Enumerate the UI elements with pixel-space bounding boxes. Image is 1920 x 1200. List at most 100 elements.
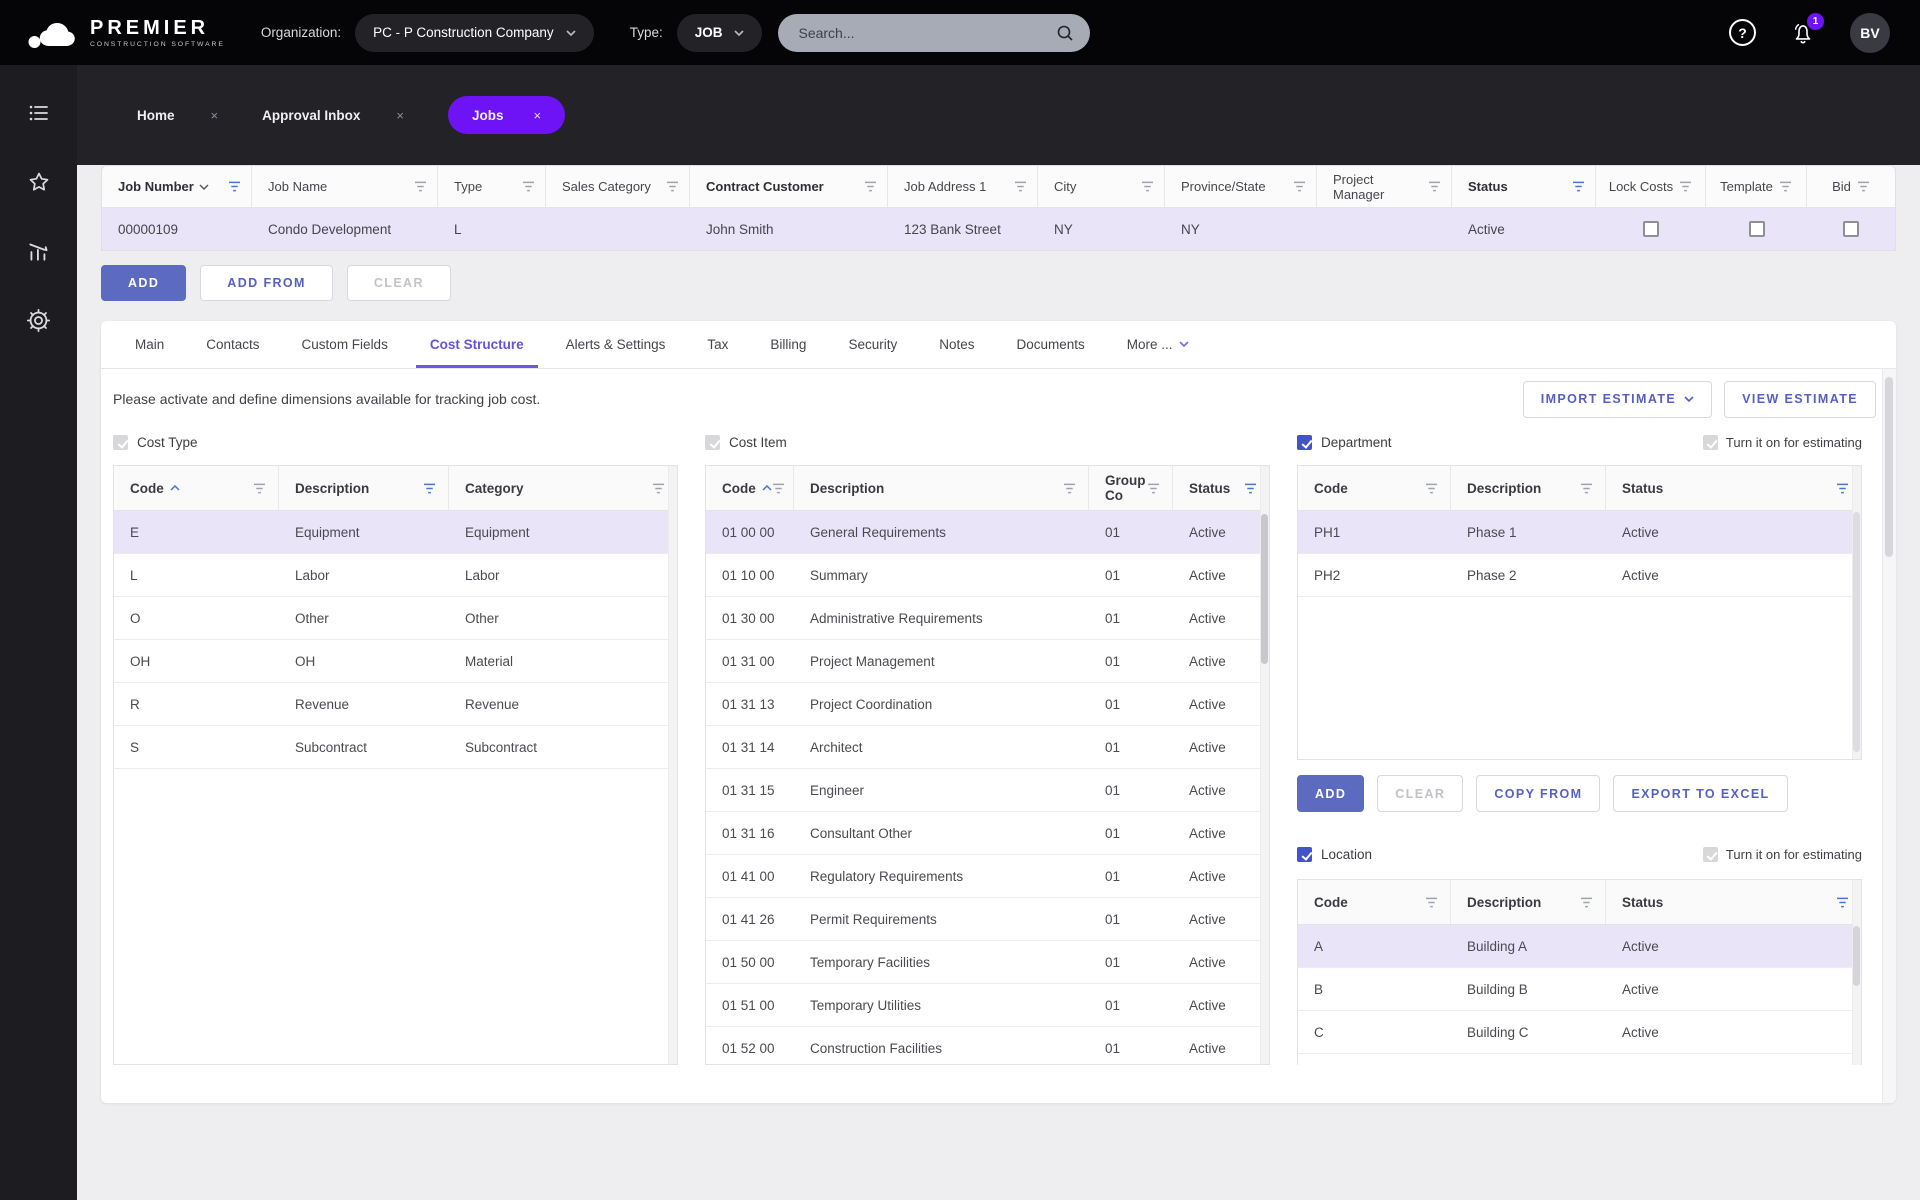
filter-icon[interactable] <box>1425 483 1438 494</box>
avatar[interactable]: BV <box>1850 12 1890 53</box>
lock-costs-checkbox[interactable] <box>1643 221 1659 237</box>
tab-contacts[interactable]: Contacts <box>192 322 273 368</box>
table-row[interactable]: OH OH Material <box>114 640 677 683</box>
menu-list-icon[interactable] <box>26 100 52 126</box>
table-row[interactable]: O Other Other <box>114 597 677 640</box>
column-header-job-name[interactable]: Job Name <box>252 166 438 207</box>
cost-type-col-code[interactable]: Code <box>114 466 279 510</box>
table-row[interactable]: 01 50 00 Temporary Facilities 01 Active <box>706 941 1269 984</box>
table-row[interactable]: 01 31 00 Project Management 01 Active <box>706 640 1269 683</box>
template-checkbox[interactable] <box>1748 221 1765 237</box>
department-col-status[interactable]: Status <box>1606 466 1861 510</box>
filter-icon[interactable] <box>1572 181 1585 192</box>
scrollbar-thumb[interactable] <box>1885 377 1893 557</box>
column-header-bid[interactable]: Bid <box>1807 166 1895 207</box>
filter-icon[interactable] <box>522 181 535 192</box>
filter-icon[interactable] <box>1836 897 1849 908</box>
filter-icon[interactable] <box>1836 483 1849 494</box>
cost-item-col-description[interactable]: Description <box>794 466 1089 510</box>
table-row[interactable]: 01 31 15 Engineer 01 Active <box>706 769 1269 812</box>
location-col-status[interactable]: Status <box>1606 880 1861 924</box>
department-add-button[interactable]: ADD <box>1297 775 1365 812</box>
column-header-lock-costs[interactable]: Lock Costs <box>1596 166 1706 207</box>
workspace-tab-approval-inbox[interactable]: Approval Inbox × <box>262 108 404 123</box>
filter-icon[interactable] <box>1428 181 1441 192</box>
table-row[interactable]: L Labor Labor <box>114 554 677 597</box>
copy-from-button[interactable]: COPY FROM <box>1476 775 1601 812</box>
search-input[interactable] <box>798 24 1039 41</box>
filter-icon[interactable] <box>1679 181 1692 192</box>
scrollbar-thumb[interactable] <box>1853 926 1860 986</box>
close-icon[interactable]: × <box>396 108 404 123</box>
department-col-code[interactable]: Code <box>1298 466 1451 510</box>
column-header-template[interactable]: Template <box>1706 166 1807 207</box>
filter-icon[interactable] <box>1779 181 1792 192</box>
column-header-contract-customer[interactable]: Contract Customer <box>690 166 888 207</box>
add-button[interactable]: ADD <box>101 265 187 301</box>
filter-icon[interactable] <box>228 181 241 192</box>
table-row[interactable]: S Subcontract Subcontract <box>114 726 677 769</box>
table-row[interactable]: 01 31 16 Consultant Other 01 Active <box>706 812 1269 855</box>
filter-icon[interactable] <box>1425 897 1438 908</box>
table-row[interactable]: A Building A Active <box>1298 925 1861 968</box>
table-row[interactable]: PH1 Phase 1 Active <box>1298 511 1861 554</box>
table-row[interactable]: 01 51 00 Temporary Utilities 01 Active <box>706 984 1269 1027</box>
column-header-job-address-1[interactable]: Job Address 1 <box>888 166 1038 207</box>
favorites-star-icon[interactable] <box>26 169 52 195</box>
cost-item-col-group-co[interactable]: Group Co <box>1089 466 1173 510</box>
tab-notes[interactable]: Notes <box>925 322 988 368</box>
table-row[interactable]: 01 30 00 Administrative Requirements 01 Act… <box>706 597 1269 640</box>
tab-custom-fields[interactable]: Custom Fields <box>288 322 402 368</box>
column-header-type[interactable]: Type <box>438 166 546 207</box>
jobs-grid-selected-row[interactable]: 00000109 Condo Development L John Smith … <box>102 208 1895 250</box>
filter-icon[interactable] <box>652 483 665 494</box>
workspace-tab-jobs[interactable]: Jobs × <box>447 96 566 134</box>
tab-more[interactable]: More ... <box>1113 322 1203 368</box>
scrollbar-track[interactable] <box>668 466 677 1064</box>
view-estimate-button[interactable]: VIEW ESTIMATE <box>1724 380 1876 418</box>
column-header-project-manager[interactable]: Project Manager <box>1317 166 1452 207</box>
help-icon[interactable]: ? <box>1729 19 1756 46</box>
scrollbar-track[interactable] <box>1852 880 1861 1065</box>
column-header-sales-category[interactable]: Sales Category <box>546 166 690 207</box>
tab-billing[interactable]: Billing <box>756 322 820 368</box>
tab-tax[interactable]: Tax <box>693 322 742 368</box>
table-row[interactable]: R Revenue Revenue <box>114 683 677 726</box>
tab-security[interactable]: Security <box>834 322 911 368</box>
filter-icon[interactable] <box>1147 483 1160 494</box>
type-select[interactable]: JOB <box>676 13 763 52</box>
tab-main[interactable]: Main <box>121 322 178 368</box>
import-estimate-button[interactable]: IMPORT ESTIMATE <box>1522 380 1713 418</box>
filter-icon[interactable] <box>414 181 427 192</box>
column-header-province-state[interactable]: Province/State <box>1165 166 1317 207</box>
location-checkbox[interactable] <box>1297 846 1312 862</box>
table-row[interactable]: 01 41 26 Permit Requirements 01 Active <box>706 898 1269 941</box>
scrollbar-track[interactable] <box>1852 466 1861 759</box>
add-from-button[interactable]: ADD FROM <box>200 265 333 301</box>
table-row[interactable]: 01 31 13 Project Coordination 01 Active <box>706 683 1269 726</box>
location-col-code[interactable]: Code <box>1298 880 1451 924</box>
scrollbar-track[interactable] <box>1260 466 1269 1064</box>
table-row[interactable]: 01 31 14 Architect 01 Active <box>706 726 1269 769</box>
filter-icon[interactable] <box>666 181 679 192</box>
filter-icon[interactable] <box>1244 483 1257 494</box>
brand-logo[interactable]: PREMIER CONSTRUCTION SOFTWARE <box>28 17 225 49</box>
column-header-city[interactable]: City <box>1038 166 1165 207</box>
page-scrollbar[interactable] <box>1882 369 1896 1103</box>
table-row[interactable]: B Building B Active <box>1298 968 1861 1011</box>
department-checkbox[interactable] <box>1297 434 1312 450</box>
column-header-job-number[interactable]: Job Number <box>102 166 252 207</box>
workspace-tab-home[interactable]: Home × <box>137 108 218 123</box>
cost-item-col-code[interactable]: Code <box>706 466 794 510</box>
scrollbar-thumb[interactable] <box>1261 514 1268 664</box>
filter-icon[interactable] <box>772 483 785 494</box>
table-row[interactable]: 01 52 00 Construction Facilities 01 Active <box>706 1027 1269 1064</box>
filter-icon[interactable] <box>1580 483 1593 494</box>
notifications-bell[interactable]: 1 <box>1790 12 1824 46</box>
table-row[interactable]: PH2 Phase 2 Active <box>1298 554 1861 597</box>
cost-type-col-category[interactable]: Category <box>449 466 677 510</box>
column-header-status[interactable]: Status <box>1452 166 1596 207</box>
cost-item-col-status[interactable]: Status <box>1173 466 1269 510</box>
organization-select[interactable]: PC - P Construction Company <box>355 13 594 52</box>
bid-checkbox[interactable] <box>1843 221 1859 237</box>
